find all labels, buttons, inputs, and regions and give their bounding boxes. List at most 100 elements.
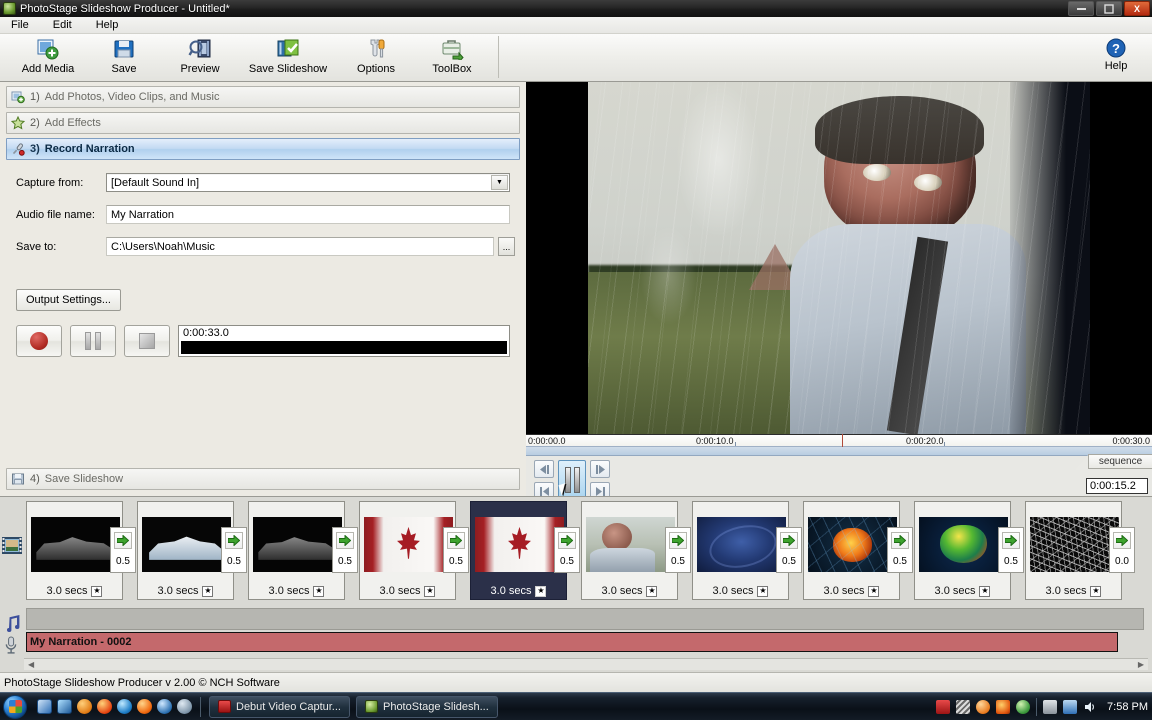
preview-scroll-strip[interactable] — [526, 447, 1152, 456]
transition-item[interactable]: 0.5 — [443, 527, 469, 573]
debut-tray-icon[interactable] — [936, 699, 951, 714]
maximize-button[interactable] — [1096, 1, 1122, 16]
toolbar-save-slideshow[interactable]: Save Slideshow — [238, 34, 338, 80]
toolbar-help[interactable]: ? Help — [1086, 37, 1146, 72]
timeline-horizontal-scrollbar[interactable]: ◀ ▶ — [24, 658, 1148, 670]
transition-item[interactable]: 0.5 — [887, 527, 913, 573]
step-add-photos[interactable]: 1) Add Photos, Video Clips, and Music — [6, 86, 520, 108]
slide-effect-star-icon[interactable]: ★ — [91, 585, 103, 597]
toolbar-options[interactable]: Options — [338, 34, 414, 80]
toolbar: Add Media Save Preview Save Slideshow Op… — [0, 34, 1152, 82]
save-to-input[interactable]: C:\Users\Noah\Music — [106, 237, 494, 256]
capture-from-select[interactable]: [Default Sound In] ▼ — [106, 173, 510, 192]
menu-item-edit[interactable]: Edit — [50, 18, 75, 32]
left-panel: 1) Add Photos, Video Clips, and Music 2)… — [0, 82, 526, 496]
slide-item[interactable]: 3.0 secs ★ — [359, 501, 456, 600]
transition-item[interactable]: 0.0 — [1109, 527, 1135, 573]
slide-effect-star-icon[interactable]: ★ — [535, 585, 547, 597]
slide-effect-star-icon[interactable]: ★ — [424, 585, 436, 597]
toolbar-save[interactable]: Save — [86, 34, 162, 80]
toolbar-toolbox[interactable]: ToolBox — [414, 34, 490, 80]
toolbar-preview[interactable]: Preview — [162, 34, 238, 80]
step-1-label: Add Photos, Video Clips, and Music — [44, 91, 220, 103]
recording-elapsed-time: 0:00:33.0 — [183, 327, 229, 339]
record-button[interactable] — [16, 325, 62, 357]
preview-playhead[interactable] — [842, 434, 843, 447]
scroll-left-arrow-icon[interactable]: ◀ — [28, 660, 34, 669]
taskbar-button-debut[interactable]: Debut Video Captur... — [209, 695, 350, 718]
show-desktop-icon[interactable] — [37, 699, 52, 714]
ruler-tick-1: 0:00:10.0 — [696, 436, 734, 446]
windows-start-orb-icon[interactable] — [3, 694, 27, 719]
vlc-cone-icon[interactable] — [77, 699, 92, 714]
transition-item[interactable]: 0.5 — [776, 527, 802, 573]
slide-effect-star-icon[interactable]: ★ — [202, 585, 214, 597]
slide-effect-star-icon[interactable]: ★ — [1090, 585, 1102, 597]
pause-button[interactable] — [70, 325, 116, 357]
slide-effect-star-icon[interactable]: ★ — [757, 585, 769, 597]
slide-item[interactable]: 3.0 secs ★ — [248, 501, 345, 600]
scroll-right-arrow-icon[interactable]: ▶ — [1138, 660, 1144, 669]
transition-item[interactable]: 0.5 — [554, 527, 580, 573]
toolbar-toolbox-label: ToolBox — [432, 63, 472, 75]
slide-effect-star-icon[interactable]: ★ — [313, 585, 325, 597]
internet-explorer-icon[interactable] — [117, 699, 132, 714]
orange-tray-icon[interactable] — [976, 699, 991, 714]
minimize-button[interactable] — [1068, 1, 1094, 16]
taskbar-clock[interactable]: 7:58 PM — [1107, 701, 1148, 713]
slide-item[interactable]: 3.0 secs ★ — [692, 501, 789, 600]
transition-arrow-icon — [447, 532, 465, 549]
slide-duration: 3.0 secs — [268, 585, 310, 597]
slide-item[interactable]: 3.0 secs ★ — [26, 501, 123, 600]
sequence-tab[interactable]: sequence — [1088, 454, 1152, 469]
taskbar-divider — [200, 696, 201, 717]
usb-tray-icon[interactable] — [1043, 699, 1058, 714]
output-settings-button[interactable]: Output Settings... — [16, 289, 121, 311]
browse-button[interactable]: ... — [498, 237, 515, 256]
flame-tray-icon[interactable] — [996, 699, 1011, 714]
step-back-button[interactable] — [534, 460, 554, 478]
music-track[interactable] — [26, 608, 1144, 630]
menu-item-help[interactable]: Help — [93, 18, 122, 32]
close-button[interactable]: X — [1124, 1, 1150, 16]
preview-timeline-ruler[interactable]: 0:00:00.0 0:00:10.0 0:00:20.0 0:00:30.0 — [526, 434, 1152, 447]
media-player-icon[interactable] — [157, 699, 172, 714]
firefox-flame-icon[interactable] — [97, 699, 112, 714]
firefox-icon[interactable] — [137, 699, 152, 714]
slide-item[interactable]: 3.0 secs ★ — [1025, 501, 1122, 600]
step-record-narration[interactable]: 3) Record Narration — [6, 138, 520, 160]
shield-tray-icon[interactable] — [1016, 699, 1031, 714]
slide-item[interactable]: 3.0 secs ★ — [914, 501, 1011, 600]
step-forward-button[interactable] — [590, 460, 610, 478]
video-preview-stage[interactable] — [526, 82, 1152, 434]
flip-3d-icon[interactable] — [57, 699, 72, 714]
globe-icon[interactable] — [177, 699, 192, 714]
wave-tray-icon[interactable] — [956, 699, 971, 714]
transition-arrow-icon — [336, 532, 354, 549]
slide-effect-star-icon[interactable]: ★ — [868, 585, 880, 597]
transition-item[interactable]: 0.5 — [221, 527, 247, 573]
transition-item[interactable]: 0.5 — [110, 527, 136, 573]
audio-file-name-input[interactable]: My Narration — [106, 205, 510, 224]
step-save-slideshow[interactable]: 4) Save Slideshow — [6, 468, 520, 490]
step-add-effects[interactable]: 2) Add Effects — [6, 112, 520, 134]
slide-effect-star-icon[interactable]: ★ — [646, 585, 658, 597]
stop-button[interactable] — [124, 325, 170, 357]
narration-track-clip[interactable]: My Narration - 0002 — [26, 632, 1118, 652]
transition-item[interactable]: 0.5 — [332, 527, 358, 573]
transition-item[interactable]: 0.5 — [665, 527, 691, 573]
slide-item-selected[interactable]: 3.0 secs ★ — [470, 501, 567, 600]
slide-item[interactable]: 3.0 secs ★ — [137, 501, 234, 600]
step-1-number: 1) — [30, 91, 40, 103]
slide-item[interactable]: 3.0 secs ★ — [803, 501, 900, 600]
volume-tray-icon[interactable] — [1083, 700, 1097, 714]
toolbar-add-media[interactable]: Add Media — [10, 34, 86, 80]
step-save-slideshow-wrap: 4) Save Slideshow — [0, 464, 526, 490]
transition-item[interactable]: 0.5 — [998, 527, 1024, 573]
chevron-down-icon[interactable]: ▼ — [491, 175, 508, 190]
slide-effect-star-icon[interactable]: ★ — [979, 585, 991, 597]
network-tray-icon[interactable] — [1063, 699, 1078, 714]
slide-item[interactable]: 3.0 secs ★ — [581, 501, 678, 600]
menu-item-file[interactable]: File — [8, 18, 32, 32]
taskbar-button-photostage[interactable]: PhotoStage Slidesh... — [355, 695, 498, 718]
